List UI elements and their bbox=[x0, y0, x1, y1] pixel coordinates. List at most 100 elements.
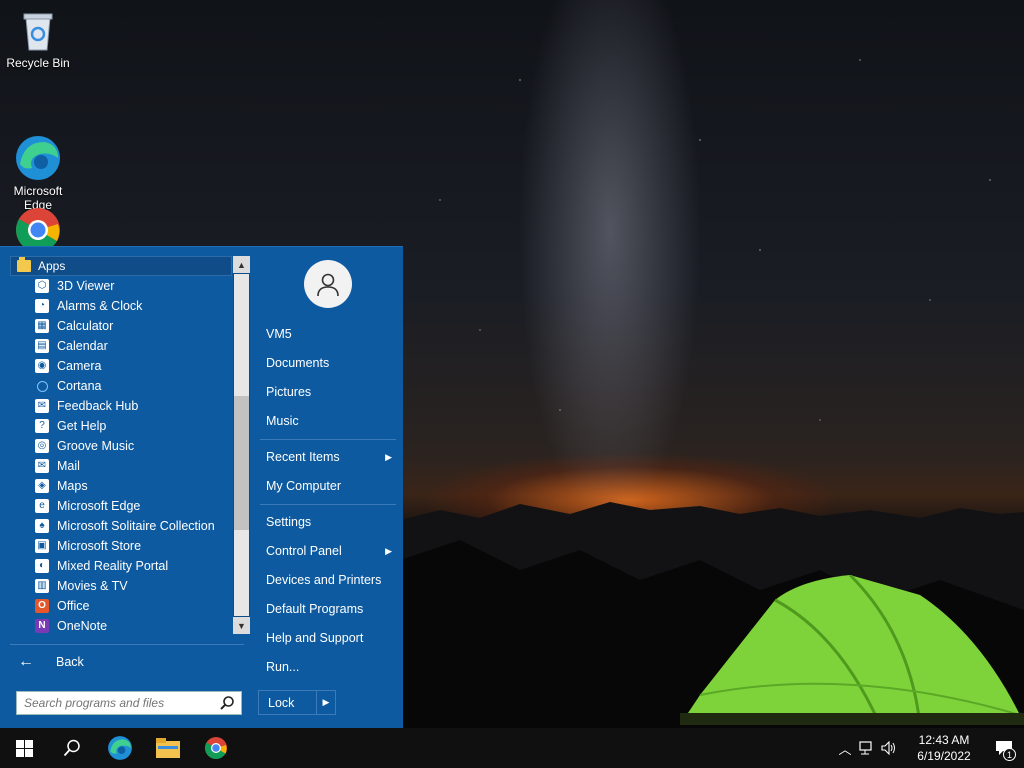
menu-item-devices-printers[interactable]: Devices and Printers bbox=[258, 567, 398, 593]
calendar-icon: ▤ bbox=[35, 339, 49, 353]
app-list-item[interactable]: ✉ Feedback Hub bbox=[10, 396, 232, 416]
submenu-arrow-icon: ▶ bbox=[385, 451, 392, 462]
menu-item-label: Default Programs bbox=[266, 602, 364, 616]
app-list-item[interactable]: ◎ Groove Music bbox=[10, 436, 232, 456]
back-arrow-icon: ← bbox=[18, 653, 34, 670]
app-list-item[interactable]: ◔ Alarms & Clock bbox=[10, 296, 232, 316]
cortana-icon bbox=[37, 380, 48, 392]
app-list-item-label: Microsoft Solitaire Collection bbox=[57, 519, 215, 533]
divider bbox=[260, 504, 396, 505]
app-list-item-label: Movies & TV bbox=[57, 579, 128, 593]
menu-item-help-support[interactable]: Help and Support bbox=[258, 625, 398, 651]
cards-icon: ♠ bbox=[35, 519, 49, 533]
scroll-down-arrow-icon[interactable]: ▼ bbox=[233, 617, 250, 634]
app-list-item-label: Alarms & Clock bbox=[57, 299, 143, 313]
menu-item-my-computer[interactable]: My Computer bbox=[258, 473, 398, 499]
apps-folder-header[interactable]: Apps bbox=[10, 256, 232, 276]
action-center-button[interactable]: 1 bbox=[984, 728, 1024, 768]
taskbar-file-explorer-button[interactable] bbox=[144, 728, 192, 768]
show-hidden-icons-chevron-icon[interactable]: ︿ bbox=[834, 739, 856, 758]
user-name-label: VM5 bbox=[266, 327, 292, 341]
app-list-item-label: Mail bbox=[57, 459, 80, 473]
edge-icon bbox=[14, 120, 62, 180]
lock-options-arrow-icon[interactable]: ▶ bbox=[317, 691, 335, 714]
apps-scrollbar[interactable]: ▲ ▼ bbox=[233, 256, 250, 634]
app-list-item[interactable]: ◈ Maps bbox=[10, 476, 232, 496]
maps-icon: ◈ bbox=[35, 479, 49, 493]
lock-label[interactable]: Lock bbox=[259, 691, 317, 714]
app-list-item[interactable]: ◐ Mixed Reality Portal bbox=[10, 556, 232, 576]
app-list-item-label: Groove Music bbox=[57, 439, 135, 453]
network-icon[interactable] bbox=[856, 741, 878, 755]
app-list-item[interactable]: ? Get Help bbox=[10, 416, 232, 436]
app-list-item-label: 3D Viewer bbox=[57, 279, 115, 293]
menu-item-run[interactable]: Run... bbox=[258, 654, 398, 680]
taskbar: ︿ 12:43 AM 6/19/2022 1 bbox=[0, 728, 1024, 768]
start-menu: Apps ⬡ 3D Viewer ◔ Alarms & Clock ▦ Calculato… bbox=[0, 246, 403, 728]
apps-header-label: Apps bbox=[38, 259, 66, 273]
app-list-item[interactable]: ♠ Microsoft Solitaire Collection bbox=[10, 516, 232, 536]
menu-item-documents[interactable]: Documents bbox=[258, 350, 398, 376]
search-icon bbox=[63, 739, 80, 757]
back-label: Back bbox=[56, 655, 84, 669]
desktop-icon-label: Recycle Bin bbox=[6, 56, 70, 70]
music-icon: ◎ bbox=[35, 439, 49, 453]
taskbar-clock[interactable]: 12:43 AM 6/19/2022 bbox=[904, 732, 984, 764]
app-list-item-label: Cortana bbox=[57, 379, 102, 393]
search-icon[interactable] bbox=[219, 695, 235, 711]
user-avatar-icon[interactable] bbox=[304, 260, 352, 308]
app-list-item[interactable]: ◉ Camera bbox=[10, 356, 232, 376]
app-list-item-label: Camera bbox=[57, 359, 102, 373]
app-list-item[interactable]: ▦ Calculator bbox=[10, 316, 232, 336]
app-list-item-label: Microsoft Store bbox=[57, 539, 142, 553]
app-list-item[interactable]: Cortana bbox=[10, 376, 232, 396]
app-list-item-label: Calendar bbox=[57, 339, 108, 353]
app-list-item[interactable]: ▤ Calendar bbox=[10, 336, 232, 356]
folder-icon bbox=[17, 257, 31, 272]
app-list-item[interactable]: ⬡ 3D Viewer bbox=[10, 276, 232, 296]
app-list-item[interactable]: ✉ Mail bbox=[10, 456, 232, 476]
taskbar-edge-button[interactable] bbox=[96, 728, 144, 768]
menu-item-pictures[interactable]: Pictures bbox=[258, 379, 398, 405]
taskbar-chrome-button[interactable] bbox=[192, 728, 240, 768]
menu-item-recent-items[interactable]: Recent Items ▶ bbox=[258, 444, 398, 470]
volume-icon[interactable] bbox=[878, 741, 900, 755]
menu-item-label: Control Panel bbox=[266, 544, 342, 558]
taskbar-search-button[interactable] bbox=[48, 728, 96, 768]
menu-item-settings[interactable]: Settings bbox=[258, 509, 398, 535]
app-list-item[interactable]: ▥ Movies & TV bbox=[10, 576, 232, 596]
headset-icon: ◐ bbox=[35, 559, 49, 573]
desktop-icon-recycle-bin[interactable]: Recycle Bin bbox=[0, 6, 76, 70]
app-list-item-label: Microsoft Edge bbox=[57, 499, 141, 513]
scroll-up-arrow-icon[interactable]: ▲ bbox=[233, 256, 250, 273]
folder-icon bbox=[156, 738, 180, 758]
notification-count-badge: 1 bbox=[1003, 748, 1016, 761]
apps-list: Apps ⬡ 3D Viewer ◔ Alarms & Clock ▦ Calculato… bbox=[10, 256, 232, 634]
app-list-item[interactable]: O Office bbox=[10, 596, 232, 616]
user-name-item[interactable]: VM5 bbox=[258, 321, 398, 347]
scroll-thumb[interactable] bbox=[234, 396, 249, 530]
film-icon: ▥ bbox=[35, 579, 49, 593]
menu-item-label: Recent Items bbox=[266, 450, 340, 464]
system-tray: ︿ 12:43 AM 6/19/2022 1 bbox=[834, 728, 1024, 768]
windows-logo-icon bbox=[15, 739, 33, 757]
menu-item-music[interactable]: Music bbox=[258, 408, 398, 434]
app-list-item[interactable]: ▣ Microsoft Store bbox=[10, 536, 232, 556]
menu-item-default-programs[interactable]: Default Programs bbox=[258, 596, 398, 622]
start-button[interactable] bbox=[0, 728, 48, 768]
back-button[interactable]: ← Back bbox=[18, 651, 84, 673]
lock-button[interactable]: Lock ▶ bbox=[258, 690, 336, 715]
menu-item-control-panel[interactable]: Control Panel ▶ bbox=[258, 538, 398, 564]
cube-icon: ⬡ bbox=[35, 279, 49, 293]
app-list-item[interactable]: N OneNote bbox=[10, 616, 232, 634]
wallpaper-tent bbox=[680, 575, 1024, 725]
search-input[interactable] bbox=[24, 696, 214, 710]
divider bbox=[10, 644, 244, 645]
chrome-icon bbox=[205, 737, 227, 759]
app-list-item[interactable]: e Microsoft Edge bbox=[10, 496, 232, 516]
clock-date: 6/19/2022 bbox=[917, 749, 971, 763]
search-box[interactable] bbox=[16, 691, 242, 715]
submenu-arrow-icon: ▶ bbox=[385, 545, 392, 556]
menu-item-label: Devices and Printers bbox=[266, 573, 382, 587]
clock-time: 12:43 AM bbox=[918, 733, 970, 747]
